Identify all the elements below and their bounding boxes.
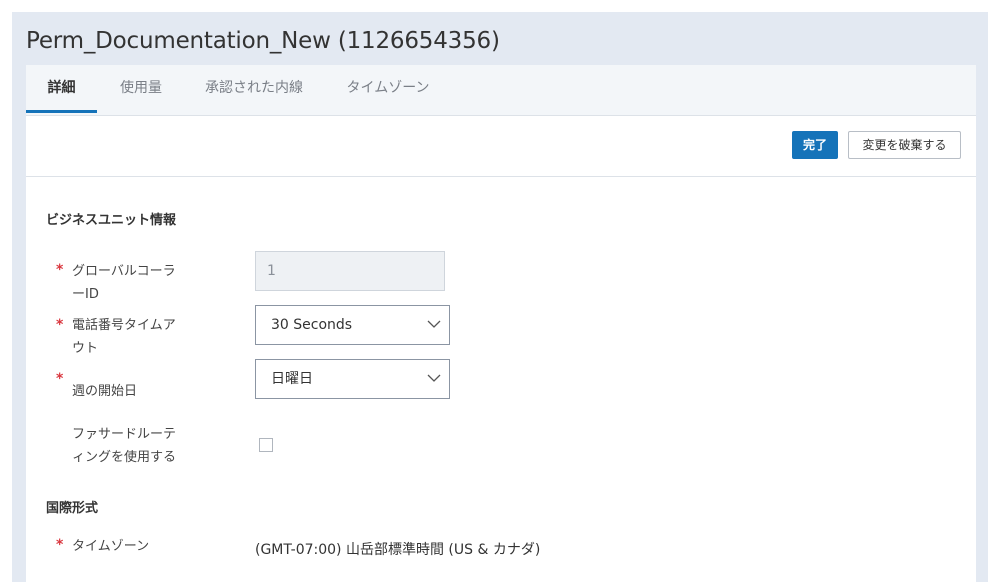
content-card: 詳細 使用量 承認された内線 タイムゾーン 完了 変更を破棄する ビジネスユニッ… xyxy=(26,65,976,582)
timezone-label: タイムゾーン xyxy=(72,539,150,554)
phone-timeout-select[interactable]: 30 Seconds xyxy=(255,305,450,345)
phone-timeout-value: 30 Seconds xyxy=(271,317,353,333)
toolbar: 完了 変更を破棄する xyxy=(26,116,976,177)
timezone-value: (GMT-07:00) 山岳部標準時間 (US & カナダ) xyxy=(255,542,541,558)
label-line: ウト xyxy=(72,341,99,356)
label-line: ィングを使用する xyxy=(72,450,177,465)
label-line: ファサードルーテ xyxy=(72,427,177,442)
required-marker: * xyxy=(56,262,64,278)
week-start-value: 日曜日 xyxy=(271,371,313,387)
page-container: Perm_Documentation_New (1126654356) 詳細 使… xyxy=(12,12,988,582)
required-marker: * xyxy=(56,537,64,553)
tab-usage[interactable]: 使用量 xyxy=(112,65,170,113)
done-button[interactable]: 完了 xyxy=(792,131,838,159)
label-line: グローバルコーラ xyxy=(72,264,176,279)
tab-details[interactable]: 詳細 xyxy=(26,65,97,113)
phone-timeout-label: 電話番号タイムア ウト xyxy=(72,314,192,360)
international-section-title: 国際形式 xyxy=(46,501,99,516)
required-marker: * xyxy=(56,371,64,387)
facade-routing-label: ファサードルーテ ィングを使用する xyxy=(72,423,192,469)
tab-timezone[interactable]: タイムゾーン xyxy=(338,65,438,113)
page-title: Perm_Documentation_New (1126654356) xyxy=(26,28,500,54)
tab-approved-extensions[interactable]: 承認された内線 xyxy=(197,65,311,113)
chevron-down-icon xyxy=(427,374,441,382)
global-caller-id-input: 1 xyxy=(255,251,445,291)
label-line: 電話番号タイムア xyxy=(72,318,176,333)
tab-bar: 詳細 使用量 承認された内線 タイムゾーン xyxy=(26,65,976,116)
week-start-select[interactable]: 日曜日 xyxy=(255,359,450,399)
discard-changes-button[interactable]: 変更を破棄する xyxy=(848,131,961,159)
label-line: ーID xyxy=(72,287,99,302)
facade-routing-checkbox[interactable] xyxy=(259,438,273,452)
business-unit-section-title: ビジネスユニット情報 xyxy=(46,213,177,228)
required-marker: * xyxy=(56,317,64,333)
global-caller-id-label: グローバルコーラ ーID xyxy=(72,260,192,306)
week-start-label: 週の開始日 xyxy=(72,384,138,399)
chevron-down-icon xyxy=(427,320,441,328)
